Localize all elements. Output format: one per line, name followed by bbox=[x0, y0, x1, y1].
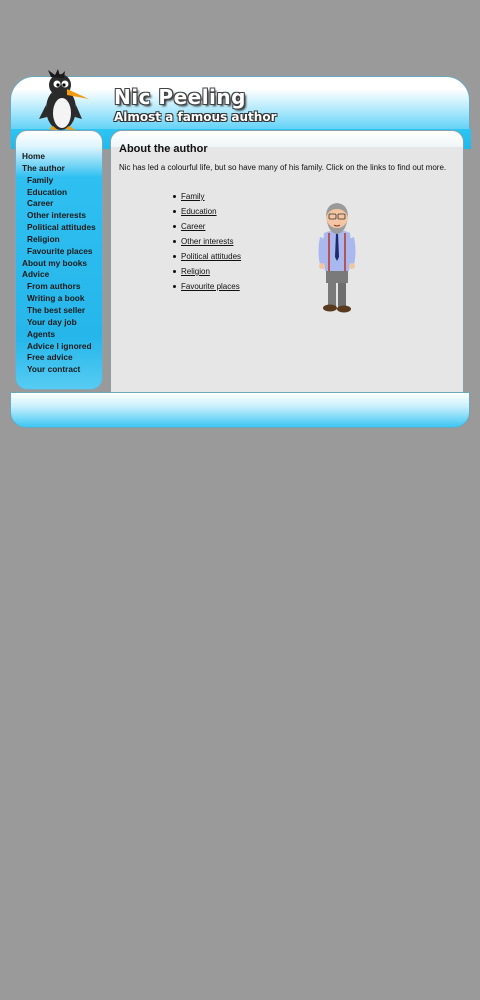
sidebar-item-advice-i-ignored[interactable]: Advice I ignored bbox=[22, 341, 96, 353]
author-link-item: Family bbox=[166, 189, 241, 204]
sidebar-item-your-contract[interactable]: Your contract bbox=[22, 364, 96, 376]
sidebar-item-favourite-places[interactable]: Favourite places bbox=[22, 246, 96, 258]
sidebar-item-religion[interactable]: Religion bbox=[22, 234, 96, 246]
sidebar-nav: Home The author Family Education Career Other… bbox=[22, 151, 96, 376]
sidebar-item-writing-a-book[interactable]: Writing a book bbox=[22, 293, 96, 305]
penguin-icon bbox=[39, 69, 89, 131]
site-subtitle: Almost a famous author bbox=[114, 110, 277, 124]
link-career[interactable]: Career bbox=[181, 222, 205, 231]
sidebar-item-agents[interactable]: Agents bbox=[22, 329, 96, 341]
author-link-item: Political attitudes bbox=[166, 249, 241, 264]
sidebar-item-about-my-books[interactable]: About my books bbox=[22, 258, 96, 270]
author-link-item: Other interests bbox=[166, 234, 241, 249]
site-footer bbox=[10, 392, 470, 428]
sidebar-item-from-authors[interactable]: From authors bbox=[22, 281, 96, 293]
author-links: Family Education Career Other interests Poli… bbox=[166, 189, 241, 294]
link-other-interests[interactable]: Other interests bbox=[181, 237, 233, 246]
page-frame: Nic Peeling Almost a famous author Home T… bbox=[10, 69, 471, 428]
author-link-item: Religion bbox=[166, 264, 241, 279]
link-family[interactable]: Family bbox=[181, 192, 205, 201]
author-link-item: Favourite places bbox=[166, 279, 241, 294]
sidebar-item-education[interactable]: Education bbox=[22, 187, 96, 199]
link-education[interactable]: Education bbox=[181, 207, 217, 216]
sidebar-item-your-day-job[interactable]: Your day job bbox=[22, 317, 96, 329]
link-political-attitudes[interactable]: Political attitudes bbox=[181, 252, 241, 261]
link-favourite-places[interactable]: Favourite places bbox=[181, 282, 240, 291]
author-link-item: Career bbox=[166, 219, 241, 234]
intro-text: Nic has led a colourful life, but so hav… bbox=[119, 163, 447, 172]
page-title: About the author bbox=[119, 143, 208, 155]
sidebar-item-the-author[interactable]: The author bbox=[22, 163, 96, 175]
sidebar-item-the-best-seller[interactable]: The best seller bbox=[22, 305, 96, 317]
sidebar-item-free-advice[interactable]: Free advice bbox=[22, 352, 96, 364]
sidebar: Home The author Family Education Career Other… bbox=[15, 130, 103, 390]
author-cartoon-icon bbox=[318, 203, 356, 313]
main-content: About the author Nic has led a colourful… bbox=[110, 130, 464, 406]
sidebar-item-career[interactable]: Career bbox=[22, 198, 96, 210]
link-religion[interactable]: Religion bbox=[181, 267, 210, 276]
sidebar-item-advice[interactable]: Advice bbox=[22, 269, 96, 281]
sidebar-item-family[interactable]: Family bbox=[22, 175, 96, 187]
author-link-item: Education bbox=[166, 204, 241, 219]
sidebar-item-other-interests[interactable]: Other interests bbox=[22, 210, 96, 222]
site-title: Nic Peeling bbox=[114, 85, 246, 109]
sidebar-item-political-attitudes[interactable]: Political attitudes bbox=[22, 222, 96, 234]
sidebar-item-home[interactable]: Home bbox=[22, 151, 96, 163]
